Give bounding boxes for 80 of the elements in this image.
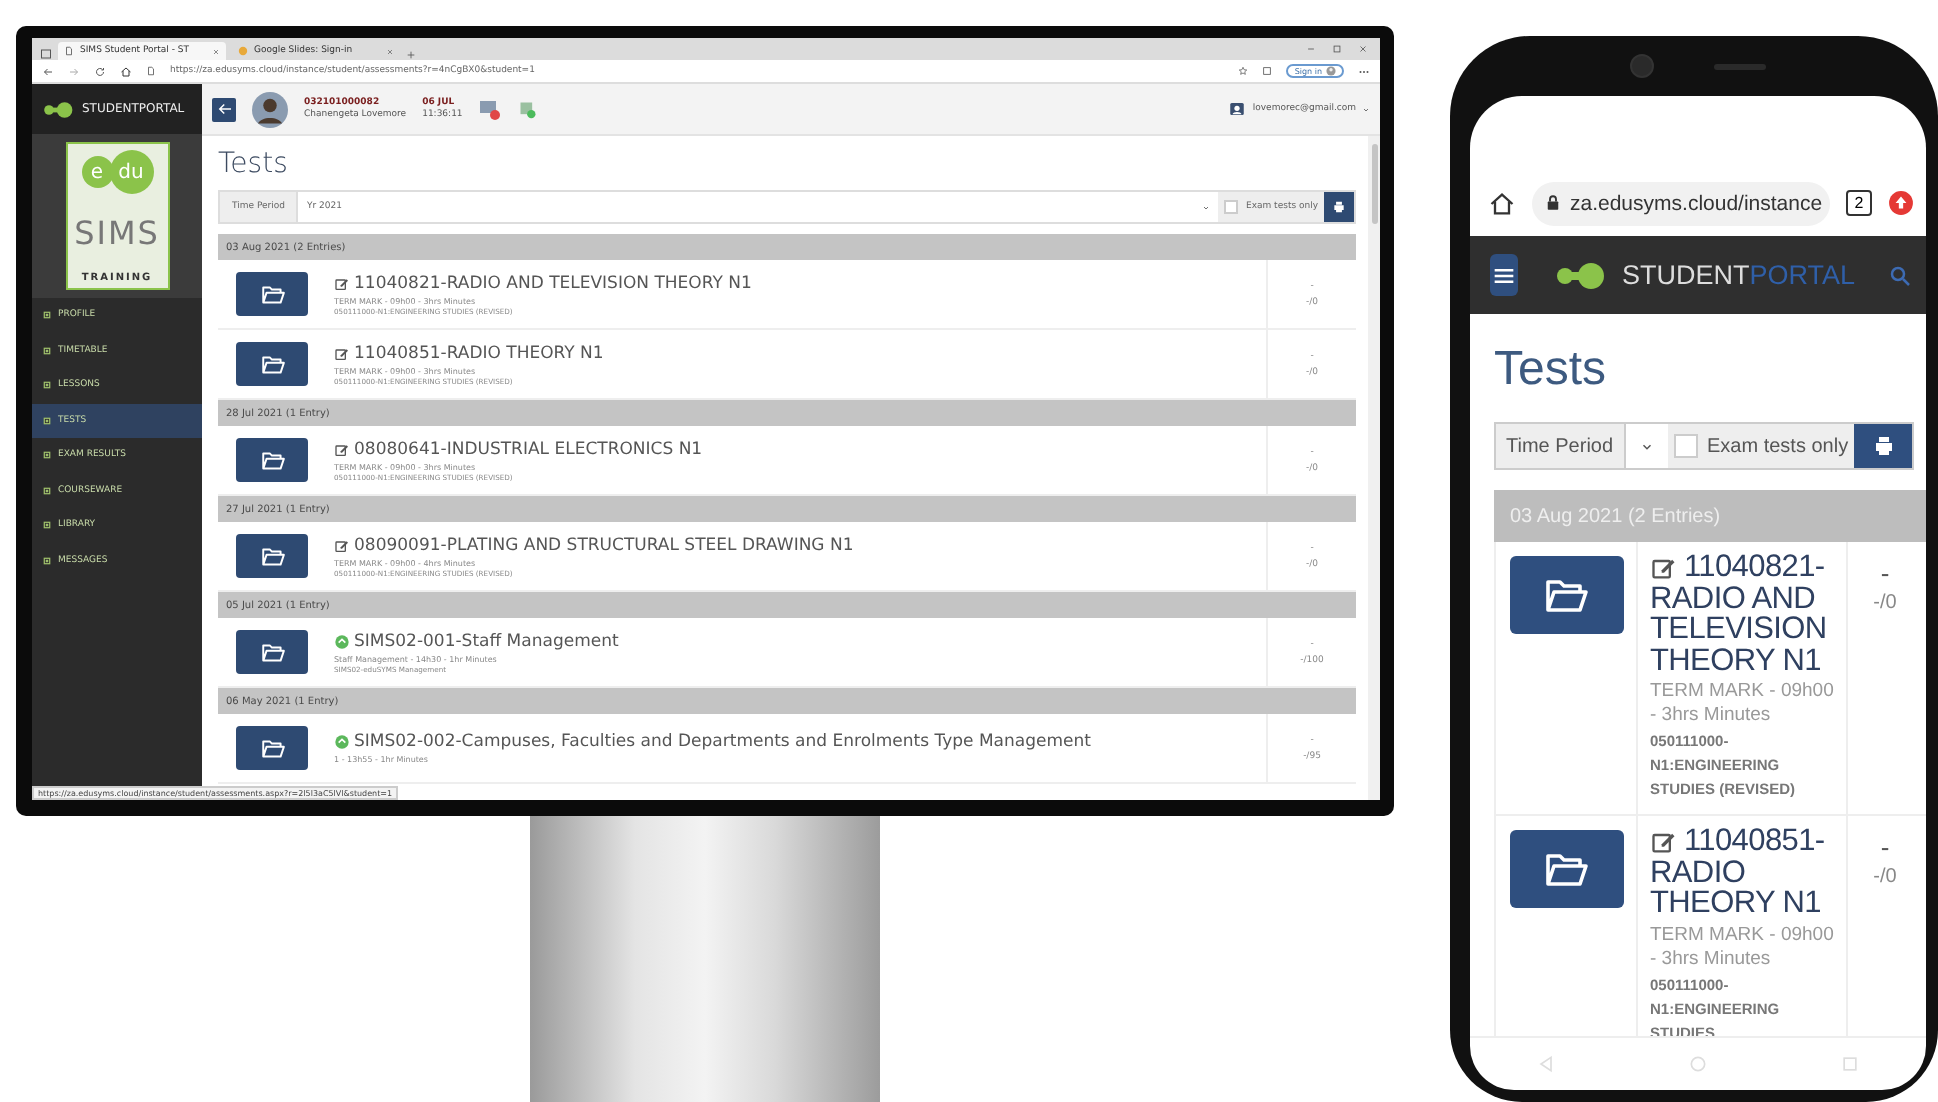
brand-logo-icon: [42, 97, 74, 121]
brand-word: PORTAL: [1749, 260, 1856, 290]
logo-text: SIMS: [74, 214, 160, 252]
edit-icon: [334, 441, 350, 457]
edit-icon: [1650, 828, 1678, 856]
menu-button[interactable]: [1490, 254, 1518, 296]
menu-item-icon: [42, 345, 52, 356]
search-icon[interactable]: [1887, 263, 1912, 287]
new-tab-icon[interactable]: [406, 50, 416, 60]
folder-icon: [259, 281, 285, 307]
folder-button[interactable]: [236, 438, 308, 482]
test-title[interactable]: 11040821-RADIO AND TELEVISION THEORY N1: [354, 273, 752, 293]
tab-count[interactable]: 2: [1846, 190, 1872, 216]
test-mark: -: [1880, 558, 1890, 588]
edit-icon: [334, 537, 350, 553]
close-icon[interactable]: [1358, 44, 1368, 54]
brand-word: STUDENT: [1622, 260, 1750, 290]
edit-icon: [1650, 554, 1678, 582]
back-button[interactable]: [212, 97, 236, 121]
test-title[interactable]: 11040851-RADIO THEORY N1: [1650, 826, 1840, 919]
folder-button[interactable]: [1509, 556, 1623, 634]
menu-item-icon: [42, 380, 52, 391]
reload-icon[interactable]: [94, 65, 106, 77]
test-title[interactable]: 11040851-RADIO THEORY N1: [354, 343, 604, 363]
menu-item-icon: [42, 310, 52, 321]
logo-text: du: [109, 150, 153, 194]
page-title: Tests: [1494, 342, 1609, 398]
avatar-icon: [1326, 66, 1336, 76]
menu-item-icon: [42, 450, 52, 461]
folder-icon: [259, 639, 285, 665]
folder-icon: [259, 447, 285, 473]
folder-button[interactable]: [236, 342, 308, 386]
menu-item-icon: [42, 555, 52, 566]
menu-item-icon: [42, 485, 52, 496]
folder-icon: [259, 735, 285, 761]
close-icon[interactable]: [386, 47, 394, 55]
test-title[interactable]: 11040821-RADIO AND TELEVISION THEORY N1: [1650, 552, 1840, 676]
upload-badge-icon[interactable]: [1888, 190, 1914, 216]
test-total: -/0: [1873, 592, 1897, 614]
address-bar[interactable]: za.edusyms.cloud/instance: [1532, 181, 1830, 225]
folder-button[interactable]: [236, 726, 308, 770]
folder-icon: [259, 351, 285, 377]
menu-item-icon: [42, 520, 52, 531]
edit-icon: [334, 345, 350, 361]
test-title[interactable]: 08080641-INDUSTRIAL ELECTRONICS N1: [354, 439, 703, 459]
arrow-left-icon: [215, 100, 233, 118]
folder-icon: [259, 543, 285, 569]
folder-button[interactable]: [1509, 830, 1623, 908]
home-icon[interactable]: [120, 65, 132, 77]
page-title: Tests: [218, 148, 290, 180]
folder-button[interactable]: [236, 630, 308, 674]
test-title[interactable]: SIMS02-002-Campuses, Faculties and Departments and Enrolments Type Management: [354, 732, 1091, 752]
star-icon[interactable]: [1238, 66, 1249, 76]
close-icon[interactable]: [212, 47, 220, 55]
avatar-icon: [252, 91, 288, 127]
test-mark: -: [1880, 832, 1890, 862]
menu-item-icon: [42, 415, 52, 426]
tab-actions-icon: [40, 48, 52, 60]
collections-icon[interactable]: [1262, 66, 1273, 76]
folder-button[interactable]: [236, 534, 308, 578]
scrollbar[interactable]: [1368, 136, 1380, 800]
edit-icon: [334, 275, 350, 291]
camera-lens: [1630, 54, 1654, 78]
page-info-icon: [146, 66, 156, 76]
monitor-badge-icon[interactable]: [478, 97, 503, 121]
test-title[interactable]: SIMS02-001-Staff Management: [354, 631, 619, 651]
test-detail: TERM MARK - 09h00 - 3hrs Minutes: [1650, 923, 1836, 971]
lock-icon: [1544, 194, 1562, 212]
folder-button[interactable]: [236, 272, 308, 316]
slides-icon: [238, 46, 248, 56]
back-icon[interactable]: [42, 65, 54, 77]
user-icon: [1228, 100, 1247, 118]
home-icon[interactable]: [1488, 189, 1516, 217]
maximize-icon[interactable]: [1332, 44, 1342, 54]
test-total: -/0: [1873, 866, 1897, 888]
picture-badge-icon[interactable]: [518, 99, 539, 119]
page-icon: [64, 46, 74, 56]
test-title[interactable]: 08090091-PLATING AND STRUCTURAL STEEL DRAWING N1: [354, 535, 854, 555]
test-detail: TERM MARK - 09h00 - 3hrs Minutes: [1650, 680, 1836, 728]
logo-letter: e: [81, 156, 113, 188]
